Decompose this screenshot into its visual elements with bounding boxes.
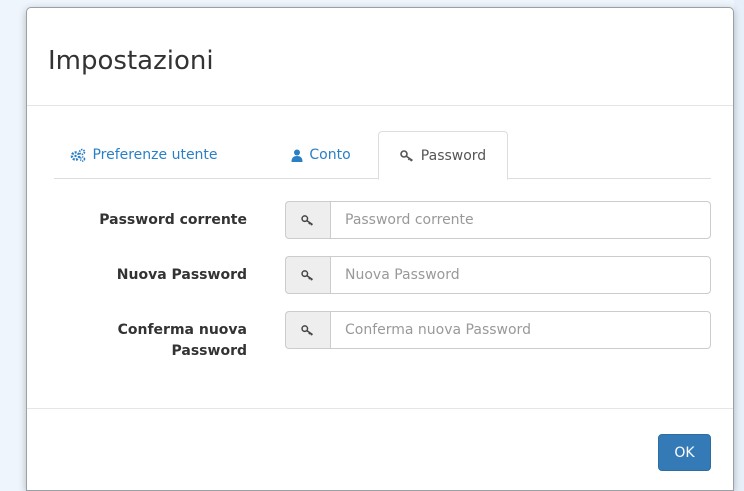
key-icon xyxy=(285,201,330,239)
new-password-label: Nuova Password xyxy=(116,267,247,283)
current-password-input[interactable] xyxy=(330,201,711,239)
key-icon xyxy=(285,311,330,349)
settings-dialog: Impostazioni Preferenze utente Conto Pas… xyxy=(26,7,734,491)
tab-label: Password xyxy=(420,147,487,164)
backdrop-edge xyxy=(734,0,744,491)
confirm-label-line1: Conferma nuova xyxy=(117,322,247,338)
confirm-password-label: Conferma nuova Password xyxy=(47,320,247,362)
current-password-group xyxy=(285,201,711,239)
key-icon xyxy=(285,256,330,294)
dialog-header: Impostazioni xyxy=(27,8,733,106)
tab-password[interactable]: Password xyxy=(378,131,508,180)
dialog-footer: OK xyxy=(27,408,733,490)
tab-label: Conto xyxy=(309,147,351,163)
current-password-label: Password corrente xyxy=(99,212,247,228)
form-row-current: Password corrente xyxy=(27,200,733,240)
backdrop xyxy=(0,0,26,491)
confirm-password-group xyxy=(285,311,711,349)
key-icon xyxy=(399,149,415,162)
tab-preferences[interactable]: Preferenze utente xyxy=(54,131,234,179)
new-password-group xyxy=(285,256,711,294)
tab-account[interactable]: Conto xyxy=(282,131,360,179)
ok-button[interactable]: OK xyxy=(658,434,711,471)
tab-label: Preferenze utente xyxy=(92,147,218,163)
form-row-new: Nuova Password xyxy=(27,255,733,295)
settings-tabs: Preferenze utente Conto Password xyxy=(54,131,711,180)
new-password-input[interactable] xyxy=(330,256,711,294)
confirm-password-input[interactable] xyxy=(330,311,711,349)
user-icon xyxy=(291,149,303,162)
dialog-title: Impostazioni xyxy=(48,46,214,76)
form-row-confirm: Conferma nuova Password xyxy=(27,310,733,374)
confirm-label-line2: Password xyxy=(171,343,247,359)
cogs-icon xyxy=(70,148,86,162)
